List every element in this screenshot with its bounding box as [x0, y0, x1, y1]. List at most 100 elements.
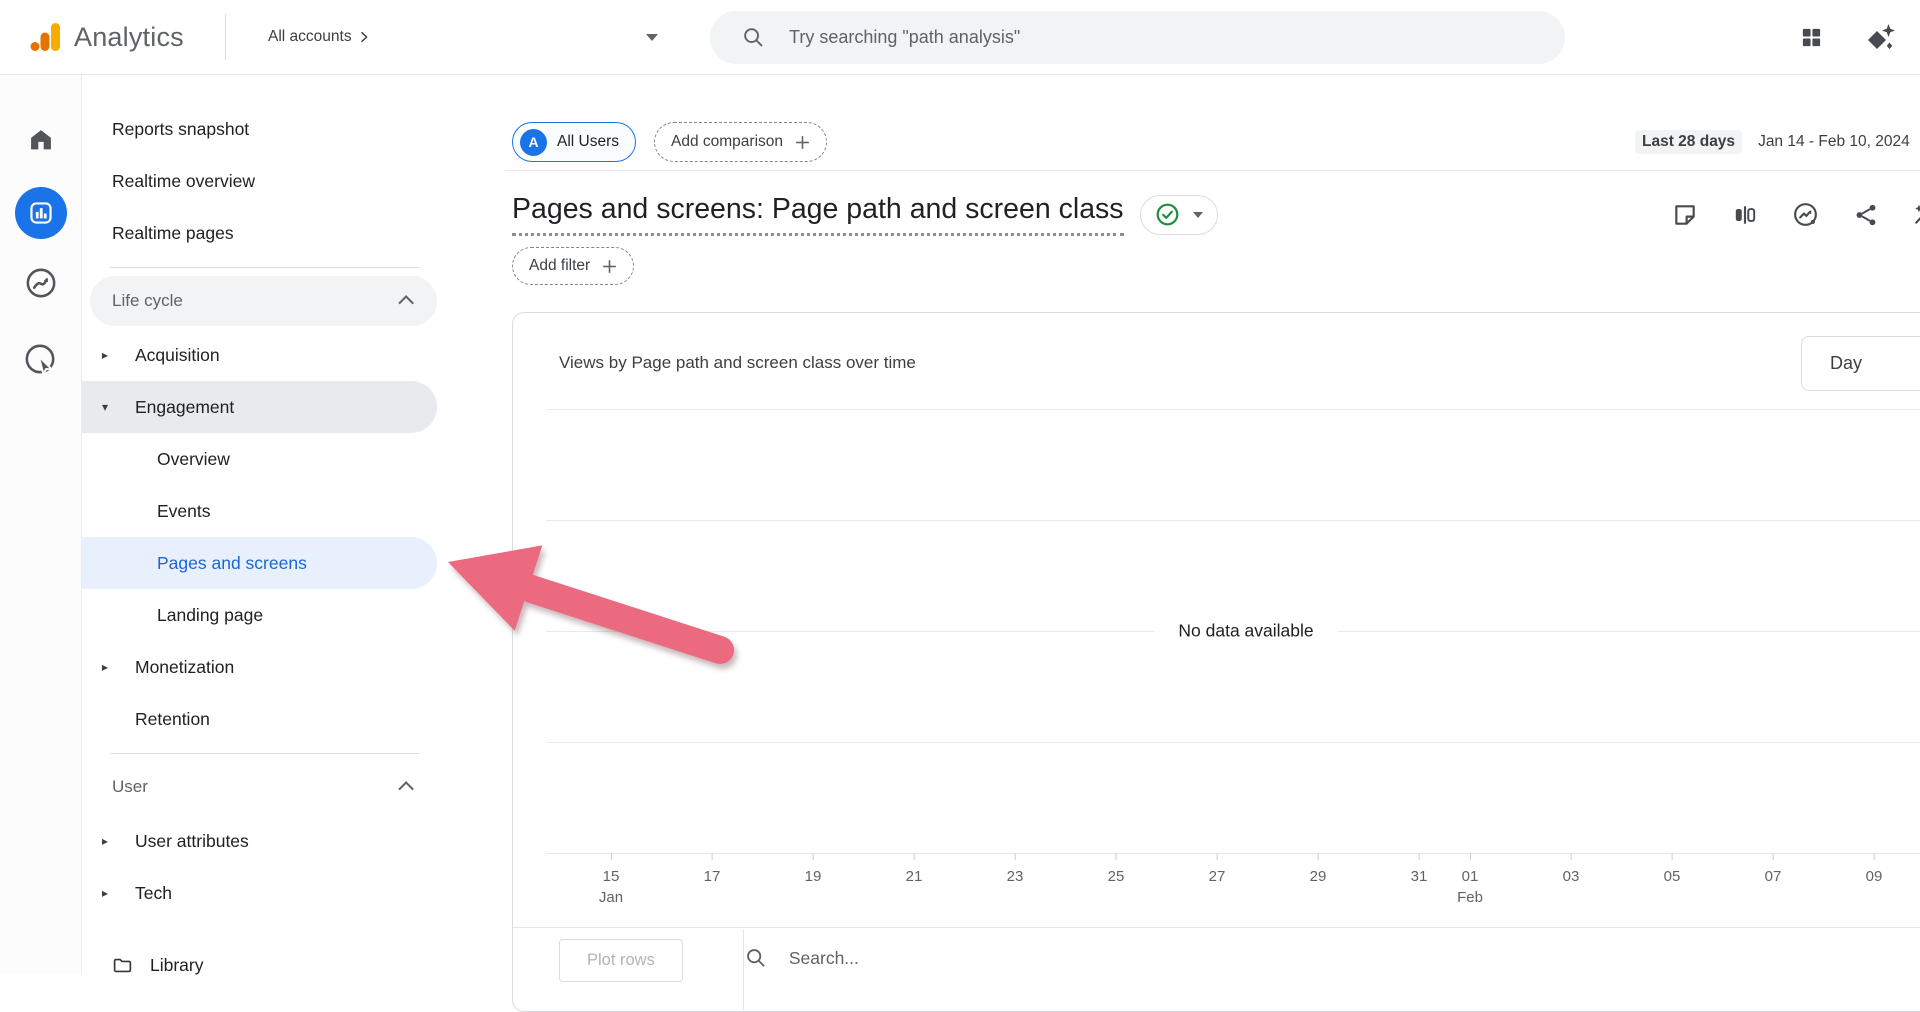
sidebar-item-overview[interactable]: Overview — [82, 433, 445, 485]
advertising-icon[interactable] — [24, 343, 58, 382]
report-title-row: Pages and screens: Page path and screen … — [512, 193, 1218, 236]
chevron-up-icon — [398, 781, 414, 797]
home-icon[interactable] — [27, 126, 55, 159]
expand-right-icon: ▸ — [102, 349, 108, 361]
sidebar-item-label: Tech — [135, 883, 172, 904]
analytics-logo[interactable]: Analytics — [0, 22, 225, 53]
add-filter-button[interactable]: Add filter — [512, 247, 634, 285]
notes-icon[interactable] — [1672, 201, 1698, 228]
expand-right-icon: ▸ — [102, 661, 108, 673]
x-axis-tick: 09 — [1866, 853, 1883, 887]
add-filter-row: Add filter — [512, 247, 634, 285]
report-nav-sidebar: Reports snapshot Realtime overview Realt… — [82, 75, 445, 974]
insights-icon[interactable] — [1792, 201, 1819, 228]
sidebar-divider — [110, 753, 419, 754]
left-icon-rail — [0, 75, 82, 974]
x-axis-tick: 23 — [1007, 853, 1024, 887]
sidebar-item-events[interactable]: Events — [82, 485, 445, 537]
account-breadcrumb-zone: All accounts — [226, 28, 710, 46]
sidebar-item-tech[interactable]: ▸ Tech — [82, 867, 445, 919]
empty-state-message: No data available — [1154, 617, 1337, 646]
sidebar-item-label: Monetization — [135, 657, 234, 678]
chart-title: Views by Page path and screen class over… — [559, 353, 916, 373]
report-toolbar — [1672, 201, 1920, 228]
share-icon[interactable] — [1853, 201, 1879, 228]
breadcrumb[interactable]: All accounts — [268, 28, 372, 46]
sidebar-item-realtime-overview[interactable]: Realtime overview — [82, 155, 445, 207]
x-axis-tick: 01Feb — [1457, 853, 1483, 908]
date-range-picker[interactable]: Last 28 days Jan 14 - Feb 10, 2024 — [1635, 122, 1910, 162]
sidebar-item-label: Acquisition — [135, 345, 220, 366]
sidebar-divider — [110, 267, 419, 268]
x-axis-line — [546, 853, 1920, 854]
header-divider — [505, 170, 1920, 171]
gridline — [546, 742, 1920, 743]
plot-rows-button[interactable]: Plot rows — [559, 939, 683, 982]
section-header-label: User — [112, 777, 148, 797]
sidebar-item-label: Library — [150, 955, 204, 976]
timeseries-plot: No data available 15Jan 17 19 21 23 25 2… — [546, 409, 1920, 939]
chevron-up-icon — [398, 295, 414, 311]
sidebar-item-monetization[interactable]: ▸ Monetization — [82, 641, 445, 693]
sidebar-item-pages-and-screens[interactable]: Pages and screens — [82, 537, 437, 589]
section-header-life-cycle[interactable]: Life cycle — [90, 276, 437, 326]
table-search — [745, 939, 1289, 969]
add-comparison-button[interactable]: Add comparison — [654, 122, 827, 162]
report-main: A All Users Add comparison Last 28 days … — [445, 75, 1920, 974]
search-input[interactable] — [789, 27, 1489, 48]
x-axis-tick: 27 — [1209, 853, 1226, 887]
plus-icon — [600, 257, 619, 276]
granularity-value: Day — [1830, 353, 1862, 374]
grid-apps-icon[interactable] — [1800, 26, 1823, 49]
google-analytics-logo-icon — [30, 23, 60, 51]
sidebar-item-label: Retention — [135, 709, 210, 730]
reports-icon[interactable] — [15, 187, 67, 239]
granularity-dropdown[interactable]: Day — [1801, 336, 1920, 391]
sidebar-item-label: Landing page — [157, 605, 263, 626]
sidebar-item-library[interactable]: Library — [82, 939, 445, 991]
sidebar-item-engagement[interactable]: ▾ Engagement — [82, 381, 437, 433]
date-range-value: Jan 14 - Feb 10, 2024 — [1758, 133, 1910, 151]
add-comparison-label: Add comparison — [671, 133, 783, 151]
ask-insights-sparkline-icon[interactable] — [1913, 201, 1920, 228]
chevron-down-icon — [1193, 212, 1203, 218]
sidebar-item-label: Events — [157, 501, 211, 522]
search-icon — [745, 947, 767, 969]
top-app-bar: Analytics All accounts — [0, 0, 1920, 75]
x-axis-tick: 05 — [1664, 853, 1681, 887]
x-axis-tick: 25 — [1108, 853, 1125, 887]
x-axis-tick: 15Jan — [599, 853, 623, 908]
expand-right-icon: ▸ — [102, 835, 108, 847]
page-title[interactable]: Pages and screens: Page path and screen … — [512, 193, 1124, 236]
chevron-right-icon — [356, 29, 372, 45]
x-axis-tick: 21 — [906, 853, 923, 887]
sidebar-item-retention[interactable]: Retention — [82, 693, 445, 745]
controls-divider — [743, 929, 744, 1012]
sidebar-item-realtime-pages[interactable]: Realtime pages — [82, 207, 445, 259]
sidebar-item-label: Overview — [157, 449, 230, 470]
plus-icon — [793, 133, 812, 152]
search-icon — [742, 26, 765, 49]
sidebar-item-acquisition[interactable]: ▸ Acquisition — [82, 329, 445, 381]
data-quality-badge[interactable] — [1140, 195, 1218, 235]
compare-reports-icon[interactable] — [1732, 201, 1758, 228]
all-users-chip[interactable]: A All Users — [512, 122, 636, 162]
global-search — [710, 11, 1565, 64]
gemini-sparkle-icon[interactable] — [1865, 23, 1896, 51]
sidebar-item-label: Engagement — [135, 397, 234, 418]
explore-icon[interactable] — [24, 266, 58, 305]
table-search-input[interactable] — [789, 948, 1289, 969]
folder-icon — [112, 955, 133, 976]
section-header-label: Life cycle — [112, 291, 183, 311]
collapse-down-icon: ▾ — [102, 401, 108, 413]
breadcrumb-label: All accounts — [268, 28, 352, 46]
sidebar-item-landing-page[interactable]: Landing page — [82, 589, 445, 641]
x-axis-tick: 03 — [1563, 853, 1580, 887]
account-switcher-caret[interactable] — [646, 34, 658, 41]
sidebar-item-reports-snapshot[interactable]: Reports snapshot — [82, 103, 445, 155]
section-header-user[interactable]: User — [90, 762, 437, 812]
segment-avatar: A — [520, 129, 547, 156]
x-axis-tick: 17 — [704, 853, 721, 887]
sidebar-item-user-attributes[interactable]: ▸ User attributes — [82, 815, 445, 867]
sidebar-item-label: User attributes — [135, 831, 249, 852]
